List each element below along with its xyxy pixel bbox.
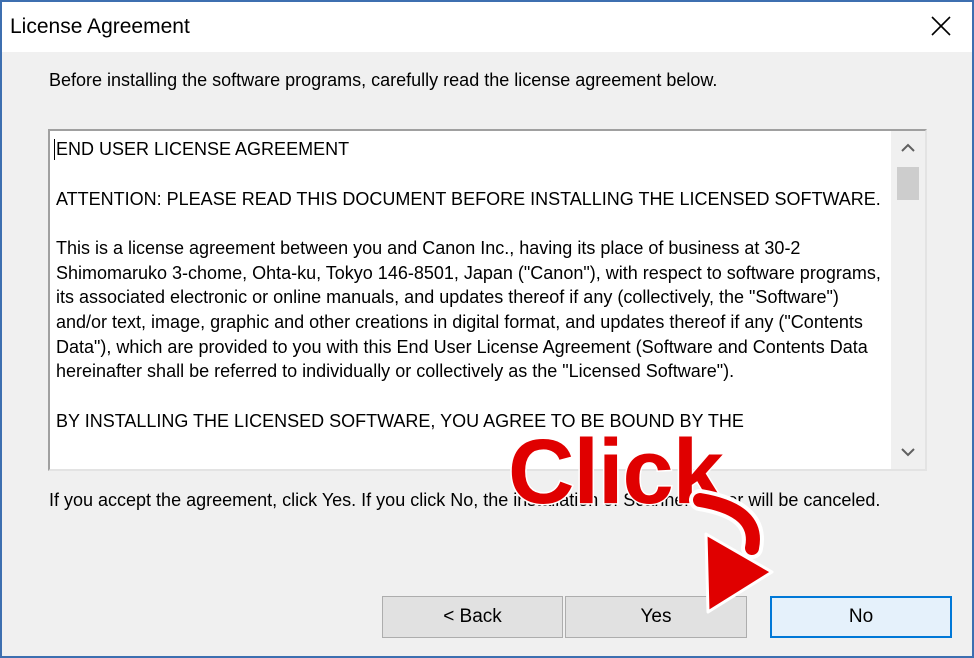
license-body: This is a license agreement between you … xyxy=(56,238,881,382)
chevron-up-icon xyxy=(901,143,915,152)
back-button[interactable]: < Back xyxy=(382,596,563,638)
license-next-partial: BY INSTALLING THE LICENSED SOFTWARE, YOU… xyxy=(56,410,744,431)
license-text-area[interactable]: END USER LICENSE AGREEMENT ATTENTION: PL… xyxy=(48,129,927,471)
accept-instructions: If you accept the agreement, click Yes. … xyxy=(49,490,881,510)
close-icon xyxy=(931,16,951,36)
intro-text: Before installing the software programs,… xyxy=(49,70,718,90)
license-dialog: License Agreement Before installing the … xyxy=(0,0,974,658)
chevron-down-icon xyxy=(901,448,915,457)
license-text: END USER LICENSE AGREEMENT ATTENTION: PL… xyxy=(56,137,886,433)
scroll-down-button[interactable] xyxy=(891,435,925,469)
text-caret xyxy=(54,139,55,160)
yes-button[interactable]: Yes xyxy=(565,596,747,638)
close-button[interactable] xyxy=(910,2,972,52)
scroll-up-button[interactable] xyxy=(891,131,925,165)
title-bar: License Agreement xyxy=(2,2,972,52)
dialog-title: License Agreement xyxy=(10,15,190,38)
vertical-scrollbar[interactable] xyxy=(891,131,925,469)
scroll-thumb[interactable] xyxy=(897,167,919,200)
license-attention: ATTENTION: PLEASE READ THIS DOCUMENT BEF… xyxy=(56,188,881,209)
no-button[interactable]: No xyxy=(770,596,952,638)
license-heading: END USER LICENSE AGREEMENT xyxy=(56,139,350,159)
